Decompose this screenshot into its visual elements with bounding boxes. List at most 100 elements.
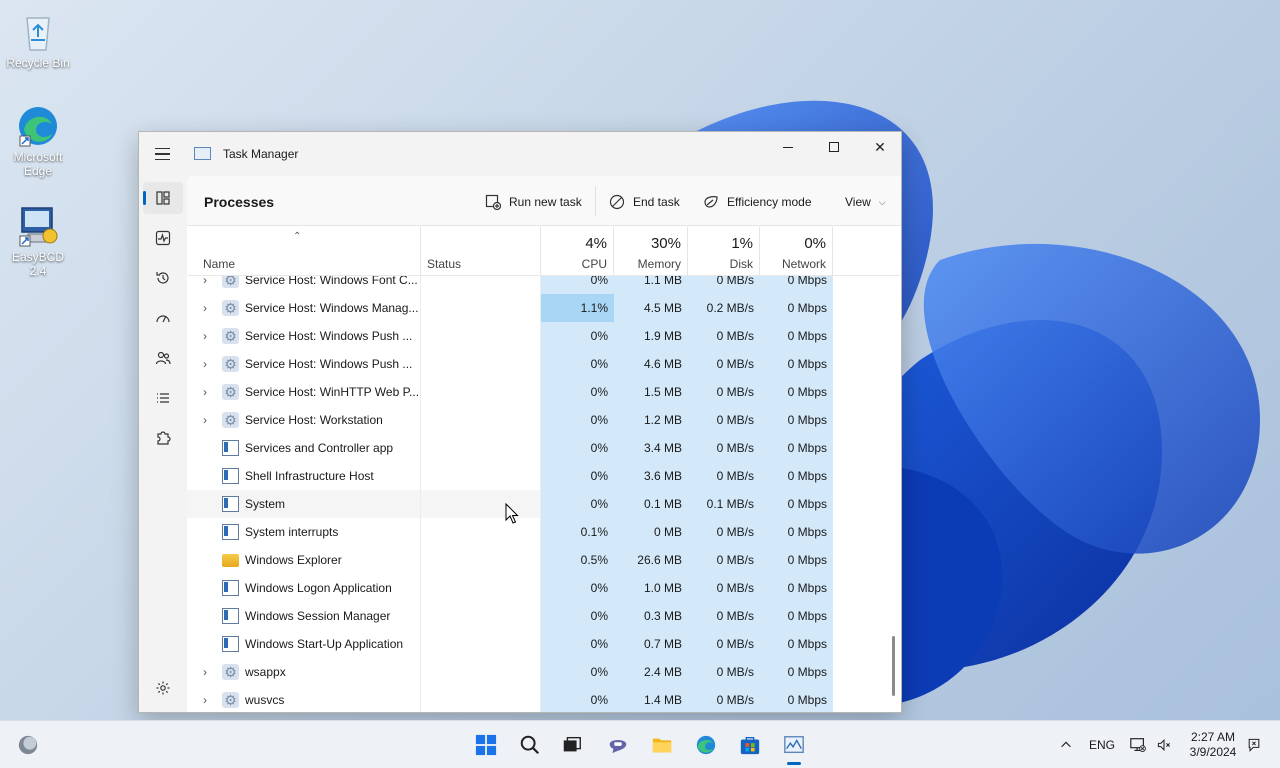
minimize-button[interactable]	[765, 132, 811, 162]
cell-disk: 0.1 MB/s	[688, 490, 760, 518]
end-task-icon	[609, 194, 625, 210]
language-indicator[interactable]: ENG	[1089, 738, 1115, 752]
cell-cpu: 0%	[541, 276, 614, 294]
end-task-button[interactable]: End task	[609, 191, 680, 213]
taskbar: ENG 2:27 AM 3/9/2024	[0, 720, 1280, 768]
expand-chevron-icon[interactable]: ›	[203, 686, 207, 712]
table-row[interactable]: System 0% 0.1 MB 0.1 MB/s 0 Mbps	[187, 490, 887, 518]
table-row[interactable]: Shell Infrastructure Host 0% 3.6 MB 0 MB/s 0…	[187, 462, 887, 490]
column-name[interactable]: ⌃ Name	[187, 227, 421, 275]
column-network[interactable]: 0% Network	[760, 227, 833, 275]
maximize-button[interactable]	[811, 132, 857, 162]
table-row[interactable]: System interrupts 0.1% 0 MB 0 MB/s 0 Mbps	[187, 518, 887, 546]
table-row[interactable]: › Service Host: Windows Manag... 1.1%4.5 M…	[187, 294, 887, 322]
cell-network: 0 Mbps	[760, 350, 833, 378]
task-view-button[interactable]	[556, 729, 588, 761]
cell-status	[421, 276, 541, 294]
expand-chevron-icon[interactable]: ›	[203, 406, 207, 434]
title-bar[interactable]: Task Manager ✕	[139, 132, 901, 176]
show-hidden-icons-button[interactable]	[1050, 729, 1082, 761]
cell-name: Shell Infrastructure Host	[187, 462, 421, 490]
cell-cpu: 0%	[541, 658, 614, 686]
widgets-button[interactable]	[12, 729, 44, 761]
table-row[interactable]: › Service Host: Windows Font C... 0%1.1 MB…	[187, 276, 887, 294]
cell-memory: 1.0 MB	[614, 574, 688, 602]
expand-chevron-icon[interactable]: ›	[203, 378, 207, 406]
nav-performance[interactable]	[143, 222, 183, 254]
vertical-scrollbar[interactable]	[892, 636, 895, 696]
easybcd-icon	[16, 204, 60, 248]
run-new-task-button[interactable]: Run new task	[485, 191, 582, 213]
nav-startup-apps[interactable]	[143, 302, 183, 334]
column-memory[interactable]: 30% Memory	[614, 227, 688, 275]
chevron-up-icon	[1061, 741, 1071, 748]
cell-network: 0 Mbps	[760, 602, 833, 630]
search-button[interactable]	[514, 729, 546, 761]
service-gear-icon	[222, 350, 239, 378]
nav-app-history[interactable]	[143, 262, 183, 294]
volume-button[interactable]	[1148, 729, 1180, 761]
nav-settings[interactable]	[143, 672, 183, 704]
teams-chat-button[interactable]	[602, 729, 634, 761]
expand-chevron-icon[interactable]: ›	[203, 658, 207, 686]
efficiency-mode-button[interactable]: Efficiency mode	[703, 191, 812, 213]
expand-chevron-icon[interactable]: ›	[203, 350, 207, 378]
file-explorer-button[interactable]	[646, 729, 678, 761]
expand-chevron-icon[interactable]: ›	[203, 322, 207, 350]
close-button[interactable]: ✕	[857, 132, 903, 162]
table-row[interactable]: Windows Session Manager 0% 0.3 MB 0 MB/s 0 M…	[187, 602, 887, 630]
cell-name: Windows Start-Up Application	[187, 630, 421, 658]
desktop-icon-easybcd[interactable]: EasyBCD 2.4	[2, 204, 74, 278]
folder-icon	[222, 554, 239, 567]
column-disk[interactable]: 1% Disk	[688, 227, 760, 275]
cell-name: Services and Controller app	[187, 434, 421, 462]
minimize-icon	[783, 146, 793, 148]
history-icon	[156, 272, 169, 284]
table-row[interactable]: ›Service Host: Windows Push ...0%1.9 MB0…	[187, 322, 887, 350]
desktop-icon-recycle-bin[interactable]: Recycle Bin	[2, 10, 74, 70]
details-list-icon	[157, 393, 169, 403]
cell-memory: 1.1 MB	[614, 276, 688, 294]
cell-name: System interrupts	[187, 518, 421, 546]
command-bar: Processes Run new task End task Efficien…	[187, 176, 901, 226]
hamburger-menu-icon[interactable]	[149, 143, 175, 165]
process-name: Services and Controller app	[245, 441, 394, 455]
task-manager-taskbar-button[interactable]	[778, 729, 810, 765]
expand-chevron-icon[interactable]: ›	[203, 294, 207, 322]
start-button[interactable]	[470, 729, 502, 761]
cell-disk: 0 MB/s	[688, 574, 760, 602]
table-row[interactable]: › Service Host: Workstation 0%1.2 MB0 MB/s…	[187, 406, 887, 434]
nav-processes[interactable]	[143, 182, 183, 214]
column-name-label: Name	[203, 257, 236, 271]
nav-services[interactable]	[143, 422, 183, 454]
nav-details[interactable]	[143, 382, 183, 414]
expand-chevron-icon[interactable]: ›	[203, 276, 207, 294]
store-button[interactable]	[734, 729, 766, 761]
table-row[interactable]: ›Service Host: WinHTTP Web P...0%1.5 MB0…	[187, 378, 887, 406]
table-row[interactable]: Services and Controller app 0% 3.4 MB 0 MB/…	[187, 434, 887, 462]
edge-browser-button[interactable]	[690, 729, 722, 761]
column-cpu[interactable]: 4% CPU	[541, 227, 614, 275]
nav-users[interactable]	[143, 342, 183, 374]
table-row[interactable]: Windows Start-Up Application 0% 0.7 MB 0 MB…	[187, 630, 887, 658]
desktop-icon-edge[interactable]: Microsoft Edge	[2, 104, 74, 178]
cell-name: Windows Logon Application	[187, 574, 421, 602]
cell-network: 0 Mbps	[760, 462, 833, 490]
notifications-button[interactable]	[1238, 729, 1270, 761]
view-menu-button[interactable]: View ⌵	[845, 191, 886, 213]
cell-memory: 1.5 MB	[614, 378, 688, 406]
table-row[interactable]: › wsappx 0%2.4 MB0 MB/s0 Mbps	[187, 658, 887, 686]
clock-time: 2:27 AM	[1190, 730, 1236, 744]
processes-icon	[156, 191, 170, 205]
column-memory-label: Memory	[637, 257, 681, 271]
table-row[interactable]: Windows Logon Application 0% 1.0 MB 0 MB/s 0…	[187, 574, 887, 602]
table-row[interactable]: ›Service Host: Windows Push ...0%4.6 MB0…	[187, 350, 887, 378]
column-status[interactable]: Status	[421, 227, 541, 275]
table-row[interactable]: Windows Explorer 0.5% 26.6 MB 0 MB/s 0 Mbps	[187, 546, 887, 574]
cell-network: 0 Mbps	[760, 294, 833, 322]
desktop-icon-label: Recycle Bin	[6, 56, 70, 70]
system-clock[interactable]: 2:27 AM 3/9/2024	[1184, 730, 1242, 760]
widgets-icon	[18, 735, 38, 755]
mouse-cursor-icon	[505, 503, 519, 524]
table-row[interactable]: › wusvcs 0%1.4 MB0 MB/s0 Mbps	[187, 686, 887, 712]
